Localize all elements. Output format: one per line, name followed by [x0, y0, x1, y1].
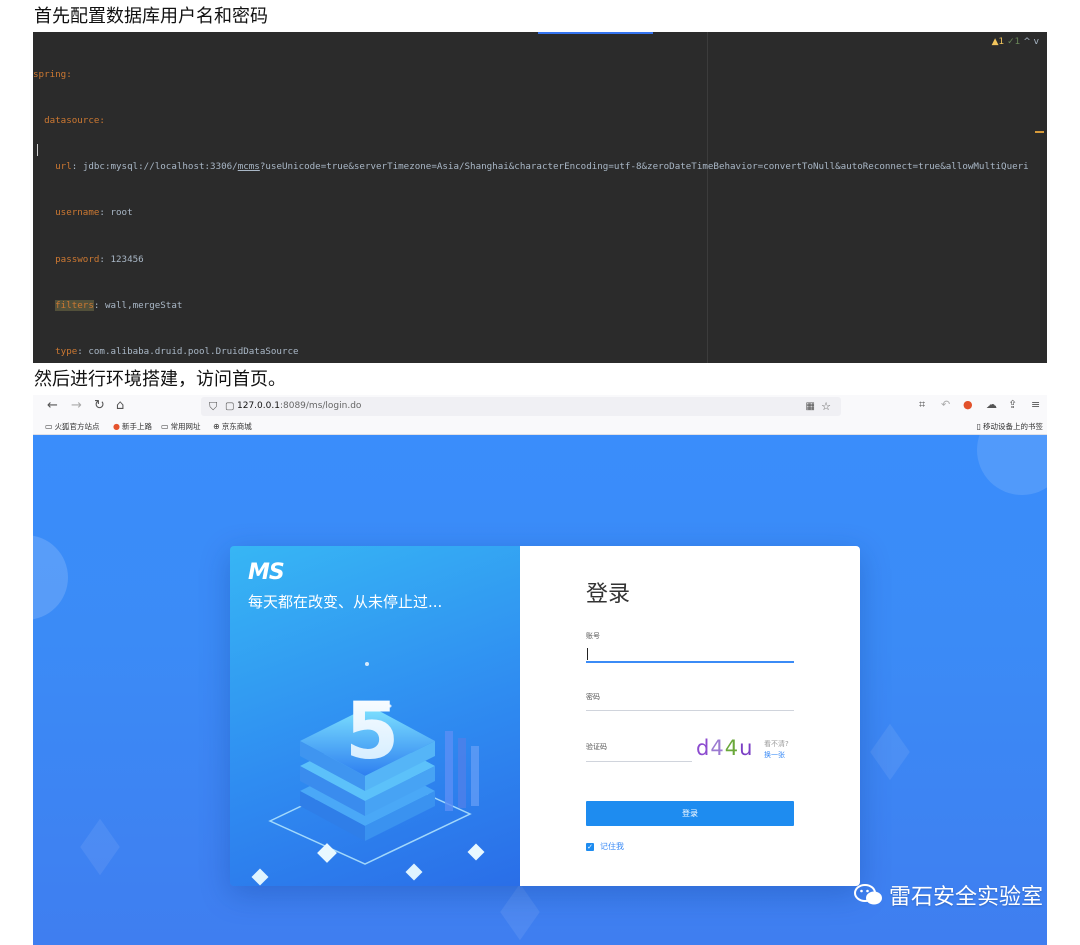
yaml-key: password — [55, 253, 100, 265]
big-number-5: 5 — [345, 687, 399, 777]
browser-toolbar: ← → ↻ ⌂ ⛉ ▢ 127.0.0.1:8089/ms/login.do ▦… — [33, 395, 1047, 418]
bookmark-label: 常用网址 — [170, 422, 201, 431]
page-icon[interactable]: ▢ — [225, 397, 234, 416]
url-host: 127.0.0.1 — [237, 401, 280, 411]
watermark-text: 雷石安全实验室 — [888, 885, 1043, 910]
password-label: 密码 — [586, 693, 600, 701]
captcha-char: u — [739, 736, 754, 760]
captcha-char: 4 — [710, 736, 725, 760]
home-icon[interactable]: ⌂ — [116, 398, 124, 413]
captcha-image[interactable]: d44u — [696, 734, 756, 764]
code-line: filters: wall,mergeStat — [33, 298, 1047, 313]
captcha-char: 4 — [724, 736, 740, 760]
captcha-char: d — [696, 736, 711, 760]
bookmark-item[interactable]: ▭ 火狐官方站点 — [45, 421, 100, 432]
page-viewport: MS 每天都在改变、从未停止过... 5 登录 账号 密码 验证码 d44u 看… — [33, 435, 1047, 945]
yaml-key: url — [55, 161, 72, 173]
shield-icon[interactable]: ⛉ — [209, 397, 217, 416]
text-cursor — [587, 648, 588, 660]
decorative-circle — [977, 435, 1047, 495]
code-line: password: 123456 — [33, 252, 1047, 267]
captcha-swap-link[interactable]: 换一张 — [764, 750, 789, 761]
yaml-value: : 123456 — [99, 253, 144, 265]
back-arrow-icon[interactable]: ← — [47, 398, 58, 413]
editor-tab-indicator — [538, 32, 653, 34]
isometric-illustration: 5 — [251, 662, 485, 886]
code-line: datasource: — [33, 113, 1047, 128]
yaml-value: : com.alibaba.druid.pool.DruidDataSource — [77, 346, 299, 358]
remember-label: 记住我 — [600, 842, 624, 851]
bookmark-label: 新手上路 — [121, 422, 152, 431]
account-label: 账号 — [586, 632, 600, 640]
yaml-value: : wall,mergeStat — [93, 299, 183, 311]
login-card: MS 每天都在改变、从未停止过... 5 登录 账号 密码 验证码 d44u 看… — [230, 546, 860, 886]
globe-icon: ⊕ — [213, 422, 220, 431]
bookmarks-bar: ▭ 火狐官方站点 ● 新手上路 ▭ 常用网址 ⊕ 京东商城 ▯ 移动设备上的书签 — [33, 418, 1047, 435]
yaml-key: username — [55, 207, 100, 219]
code-line: type: com.alibaba.druid.pool.DruidDataSo… — [33, 344, 1047, 359]
folder-icon: ▭ — [45, 422, 53, 431]
wechat-icon — [853, 884, 882, 905]
captcha-input[interactable] — [586, 761, 692, 762]
code-line: username: root — [33, 205, 1047, 220]
password-input[interactable] — [586, 710, 794, 711]
firefox-icon: ● — [113, 422, 120, 431]
url-text[interactable]: 127.0.0.1:8089/ms/login.do — [237, 397, 361, 416]
bookmark-item[interactable]: ▭ 常用网址 — [161, 421, 201, 432]
ide-editor-panel[interactable]: ▲1 ✓1 ^ v spring: datasource: url: jdbc:… — [33, 32, 1047, 363]
text-caret — [37, 144, 38, 156]
captcha-refresh[interactable]: 看不清? 换一张 — [764, 739, 789, 761]
url-path: :8089/ms/login.do — [279, 401, 362, 411]
address-bar[interactable]: ⛉ ▢ 127.0.0.1:8089/ms/login.do ▦ ☆ — [201, 397, 841, 416]
yaml-key: spring: — [33, 68, 72, 80]
yaml-value: : root — [99, 207, 133, 219]
account-input[interactable] — [586, 661, 794, 663]
code-line: url: jdbc:mysql://localhost:3306/mcms?us… — [33, 159, 1047, 174]
login-title: 登录 — [586, 582, 631, 607]
folder-icon: ▭ — [161, 422, 169, 431]
scrollbar-marker — [1035, 131, 1044, 133]
captcha-label: 验证码 — [586, 743, 607, 751]
decorative-cube — [500, 883, 540, 941]
code-line: spring: — [33, 67, 1047, 82]
remember-me[interactable]: ✓ 记住我 — [586, 841, 624, 852]
cloud-icon[interactable]: ☁ — [986, 398, 997, 411]
login-button[interactable]: 登录 — [586, 801, 794, 826]
yaml-value: ?useUnicode=true&serverTimezone=Asia/Sha… — [259, 161, 1029, 173]
mobile-bookmarks[interactable]: ▯ 移动设备上的书签 — [977, 421, 1043, 432]
bookmark-label: 京东商城 — [221, 422, 252, 431]
decorative-circle — [33, 535, 68, 620]
mobile-device-icon: ▯ — [976, 422, 981, 431]
crop-icon[interactable]: ⌗ — [919, 398, 925, 412]
bookmark-label: 火狐官方站点 — [54, 422, 100, 431]
bookmark-star-icon[interactable]: ☆ — [821, 397, 831, 416]
reload-icon[interactable]: ↻ — [94, 398, 105, 413]
menu-icon[interactable]: ≡ — [1031, 398, 1040, 411]
yaml-value-database: mcms — [237, 161, 260, 173]
step2-heading: 然后进行环境搭建，访问首页。 — [34, 369, 286, 390]
bookmark-item[interactable]: ⊕ 京东商城 — [213, 421, 252, 432]
bookmark-item[interactable]: ● 新手上路 — [113, 421, 152, 432]
login-form-panel: 登录 账号 密码 验证码 d44u 看不清? 换一张 登录 ✓ 记住我 — [520, 546, 860, 886]
captcha-hint-text: 看不清? — [764, 740, 789, 748]
decorative-cube — [80, 818, 120, 876]
extension-icon[interactable]: ● — [963, 398, 973, 411]
browser-window: ← → ↻ ⌂ ⛉ ▢ 127.0.0.1:8089/ms/login.do ▦… — [33, 395, 1047, 945]
forward-arrow-icon[interactable]: → — [71, 398, 82, 413]
qr-code-icon[interactable]: ▦ — [806, 397, 815, 416]
yaml-key: datasource: — [44, 115, 105, 127]
watermark: 雷石安全实验室 — [853, 879, 1043, 911]
captcha-text: d44u — [696, 736, 753, 760]
yaml-key: type — [55, 346, 78, 358]
step1-heading: 首先配置数据库用户名和密码 — [34, 6, 268, 27]
undo-icon[interactable]: ↶ — [941, 398, 950, 411]
decorative-cube — [870, 723, 910, 781]
login-banner: MS 每天都在改变、从未停止过... 5 — [230, 546, 520, 886]
yaml-value: : jdbc:mysql://localhost:3306/ — [71, 161, 238, 173]
yaml-key-highlighted: filters — [55, 299, 94, 311]
remember-checkbox[interactable]: ✓ — [586, 842, 594, 851]
yaml-code[interactable]: spring: datasource: url: jdbc:mysql://lo… — [33, 36, 1047, 363]
bookmark-label: 移动设备上的书签 — [983, 422, 1043, 431]
share-icon[interactable]: ⇪ — [1008, 398, 1017, 411]
